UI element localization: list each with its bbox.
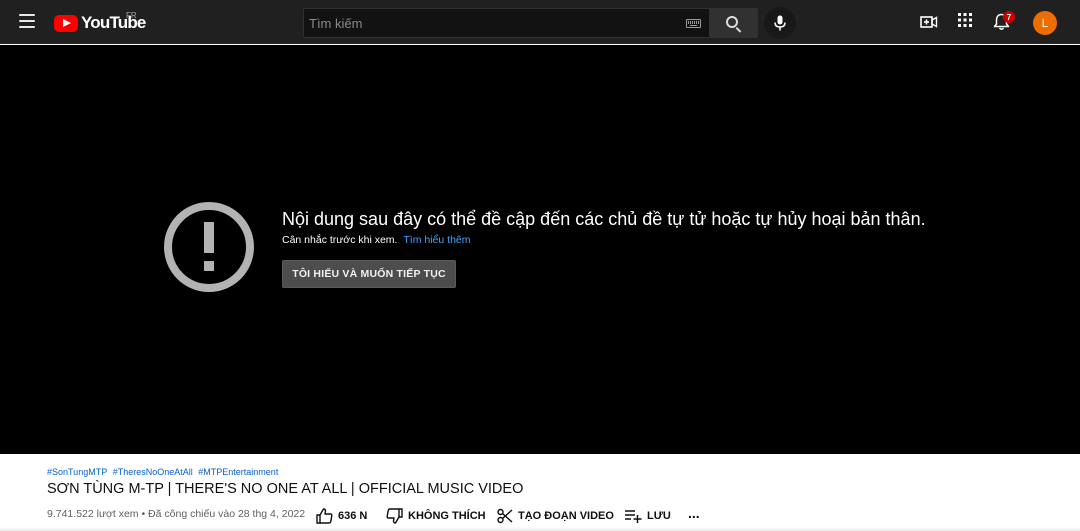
learn-more-link[interactable]: Tìm hiểu thêm — [403, 234, 470, 246]
apps-grid-icon[interactable] — [958, 13, 972, 27]
hashtag-link[interactable]: #MTPEntertainment — [198, 467, 278, 477]
save-label: LƯU — [647, 510, 671, 522]
menu-icon[interactable] — [19, 14, 35, 28]
hashtags: #SonTungMTP #TheresNoOneAtAll #MTPEntert… — [47, 467, 281, 477]
region-code: FR — [126, 11, 137, 20]
hashtag-link[interactable]: #SonTungMTP — [47, 467, 107, 477]
scissors-icon — [497, 508, 513, 524]
microphone-icon — [774, 15, 786, 31]
clip-label: TẠO ĐOẠN VIDEO — [518, 510, 614, 522]
content-warning-subtitle: Cân nhắc trước khi xem. Tìm hiểu thêm — [282, 234, 471, 246]
notification-badge: 7 — [1003, 11, 1015, 23]
playlist-add-icon — [625, 510, 642, 523]
thumbs-down-icon — [386, 508, 403, 524]
video-title: SƠN TÙNG M-TP | THERE'S NO ONE AT ALL | … — [47, 481, 524, 497]
search-button[interactable] — [710, 8, 758, 38]
top-bar: YouTube FR Tìm kiếm 7 L — [0, 0, 1080, 44]
dislike-button[interactable]: KHÔNG THÍCH — [386, 506, 486, 526]
content-warning-title: Nội dung sau đây có thể đề cập đến các c… — [282, 209, 926, 229]
thumbs-up-icon — [316, 508, 333, 524]
page-bottom-edge — [0, 527, 1080, 531]
search-box — [303, 8, 710, 38]
youtube-logo[interactable]: YouTube FR — [54, 11, 146, 34]
search-input[interactable] — [309, 15, 669, 31]
avatar[interactable]: L — [1033, 11, 1057, 35]
youtube-play-icon — [54, 14, 78, 32]
like-count: 636 N — [338, 510, 368, 522]
dislike-label: KHÔNG THÍCH — [408, 510, 486, 522]
more-dots-icon: ... — [688, 505, 700, 521]
video-view-meta: 9.741.522 lượt xem • Đã công chiếu vào 2… — [47, 508, 306, 520]
search-icon — [726, 15, 738, 28]
hashtag-link[interactable]: #TheresNoOneAtAll — [113, 467, 193, 477]
keyboard-icon[interactable] — [686, 19, 701, 28]
warning-exclamation-icon — [164, 202, 254, 292]
video-player[interactable]: Nội dung sau đây có thể đề cập đến các c… — [0, 45, 1080, 454]
warning-caution-text: Cân nhắc trước khi xem. — [282, 234, 398, 246]
clip-button[interactable]: TẠO ĐOẠN VIDEO — [497, 506, 614, 526]
save-button[interactable]: LƯU — [625, 506, 671, 526]
create-video-icon[interactable] — [920, 13, 938, 31]
more-actions-button[interactable]: ... — [688, 503, 700, 523]
like-button[interactable]: 636 N — [316, 506, 367, 526]
voice-search-button[interactable] — [764, 7, 796, 39]
understand-continue-button[interactable]: TÔI HIỂU VÀ MUỐN TIẾP TỤC — [282, 260, 456, 288]
